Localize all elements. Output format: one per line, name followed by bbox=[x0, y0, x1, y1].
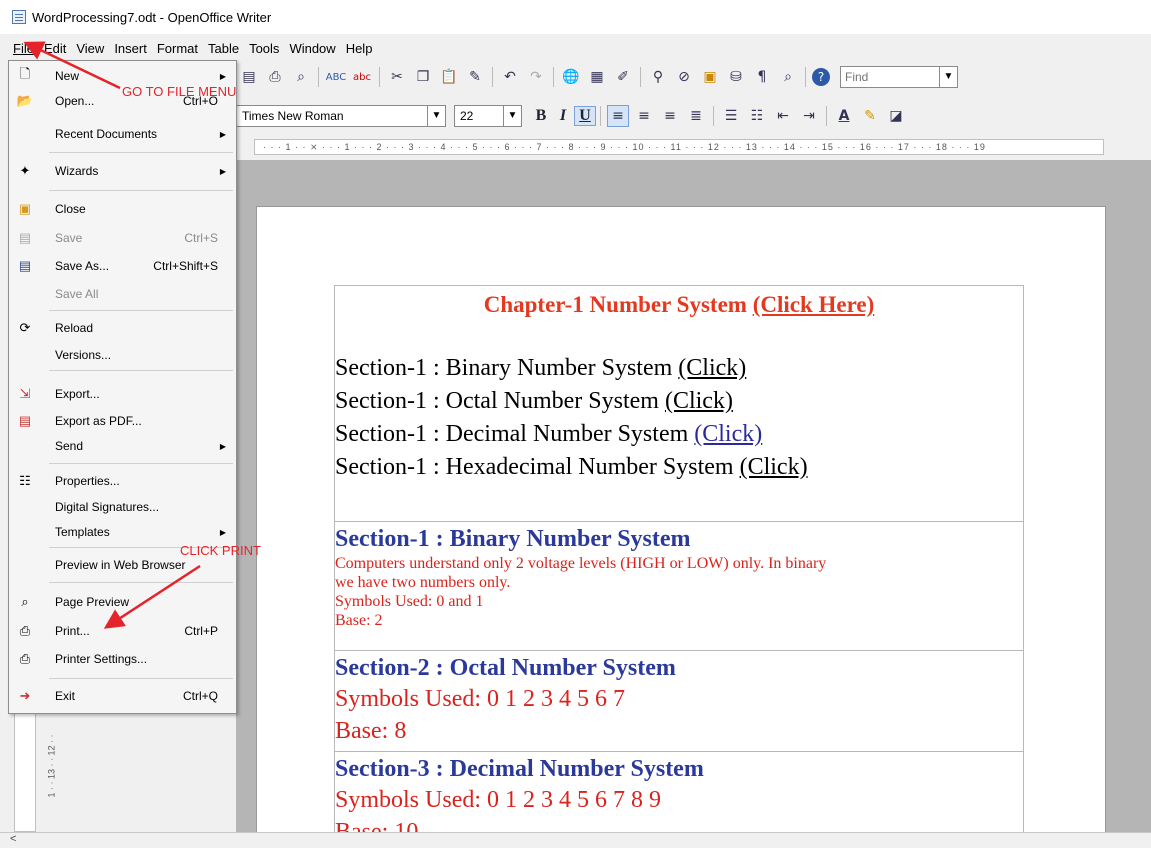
writer-window: WordProcessing7.odt - OpenOffice Writer … bbox=[0, 0, 1151, 848]
annotation-click-print: CLICK PRINT bbox=[180, 543, 261, 558]
annotation-arrows bbox=[23, 41, 201, 629]
annotation-go-to-file-menu: GO TO FILE MENU bbox=[122, 84, 237, 99]
arrow-to-file-menu bbox=[23, 41, 121, 90]
arrow-to-print bbox=[103, 564, 201, 629]
